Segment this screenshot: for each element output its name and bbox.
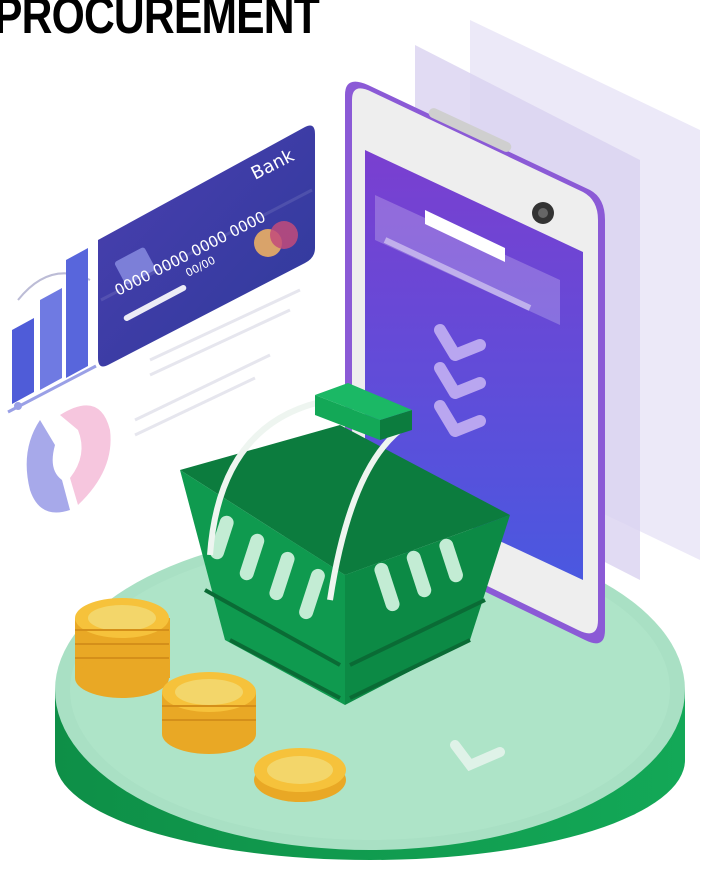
- bar-chart-icon: [7, 248, 97, 414]
- credit-card-icon: Bank 0000 0000 0000 0000 00/00: [98, 125, 315, 367]
- procurement-illustration: Bank 0000 0000 0000 0000 00/00: [7, 20, 700, 860]
- donut-chart-icon: [26, 405, 111, 513]
